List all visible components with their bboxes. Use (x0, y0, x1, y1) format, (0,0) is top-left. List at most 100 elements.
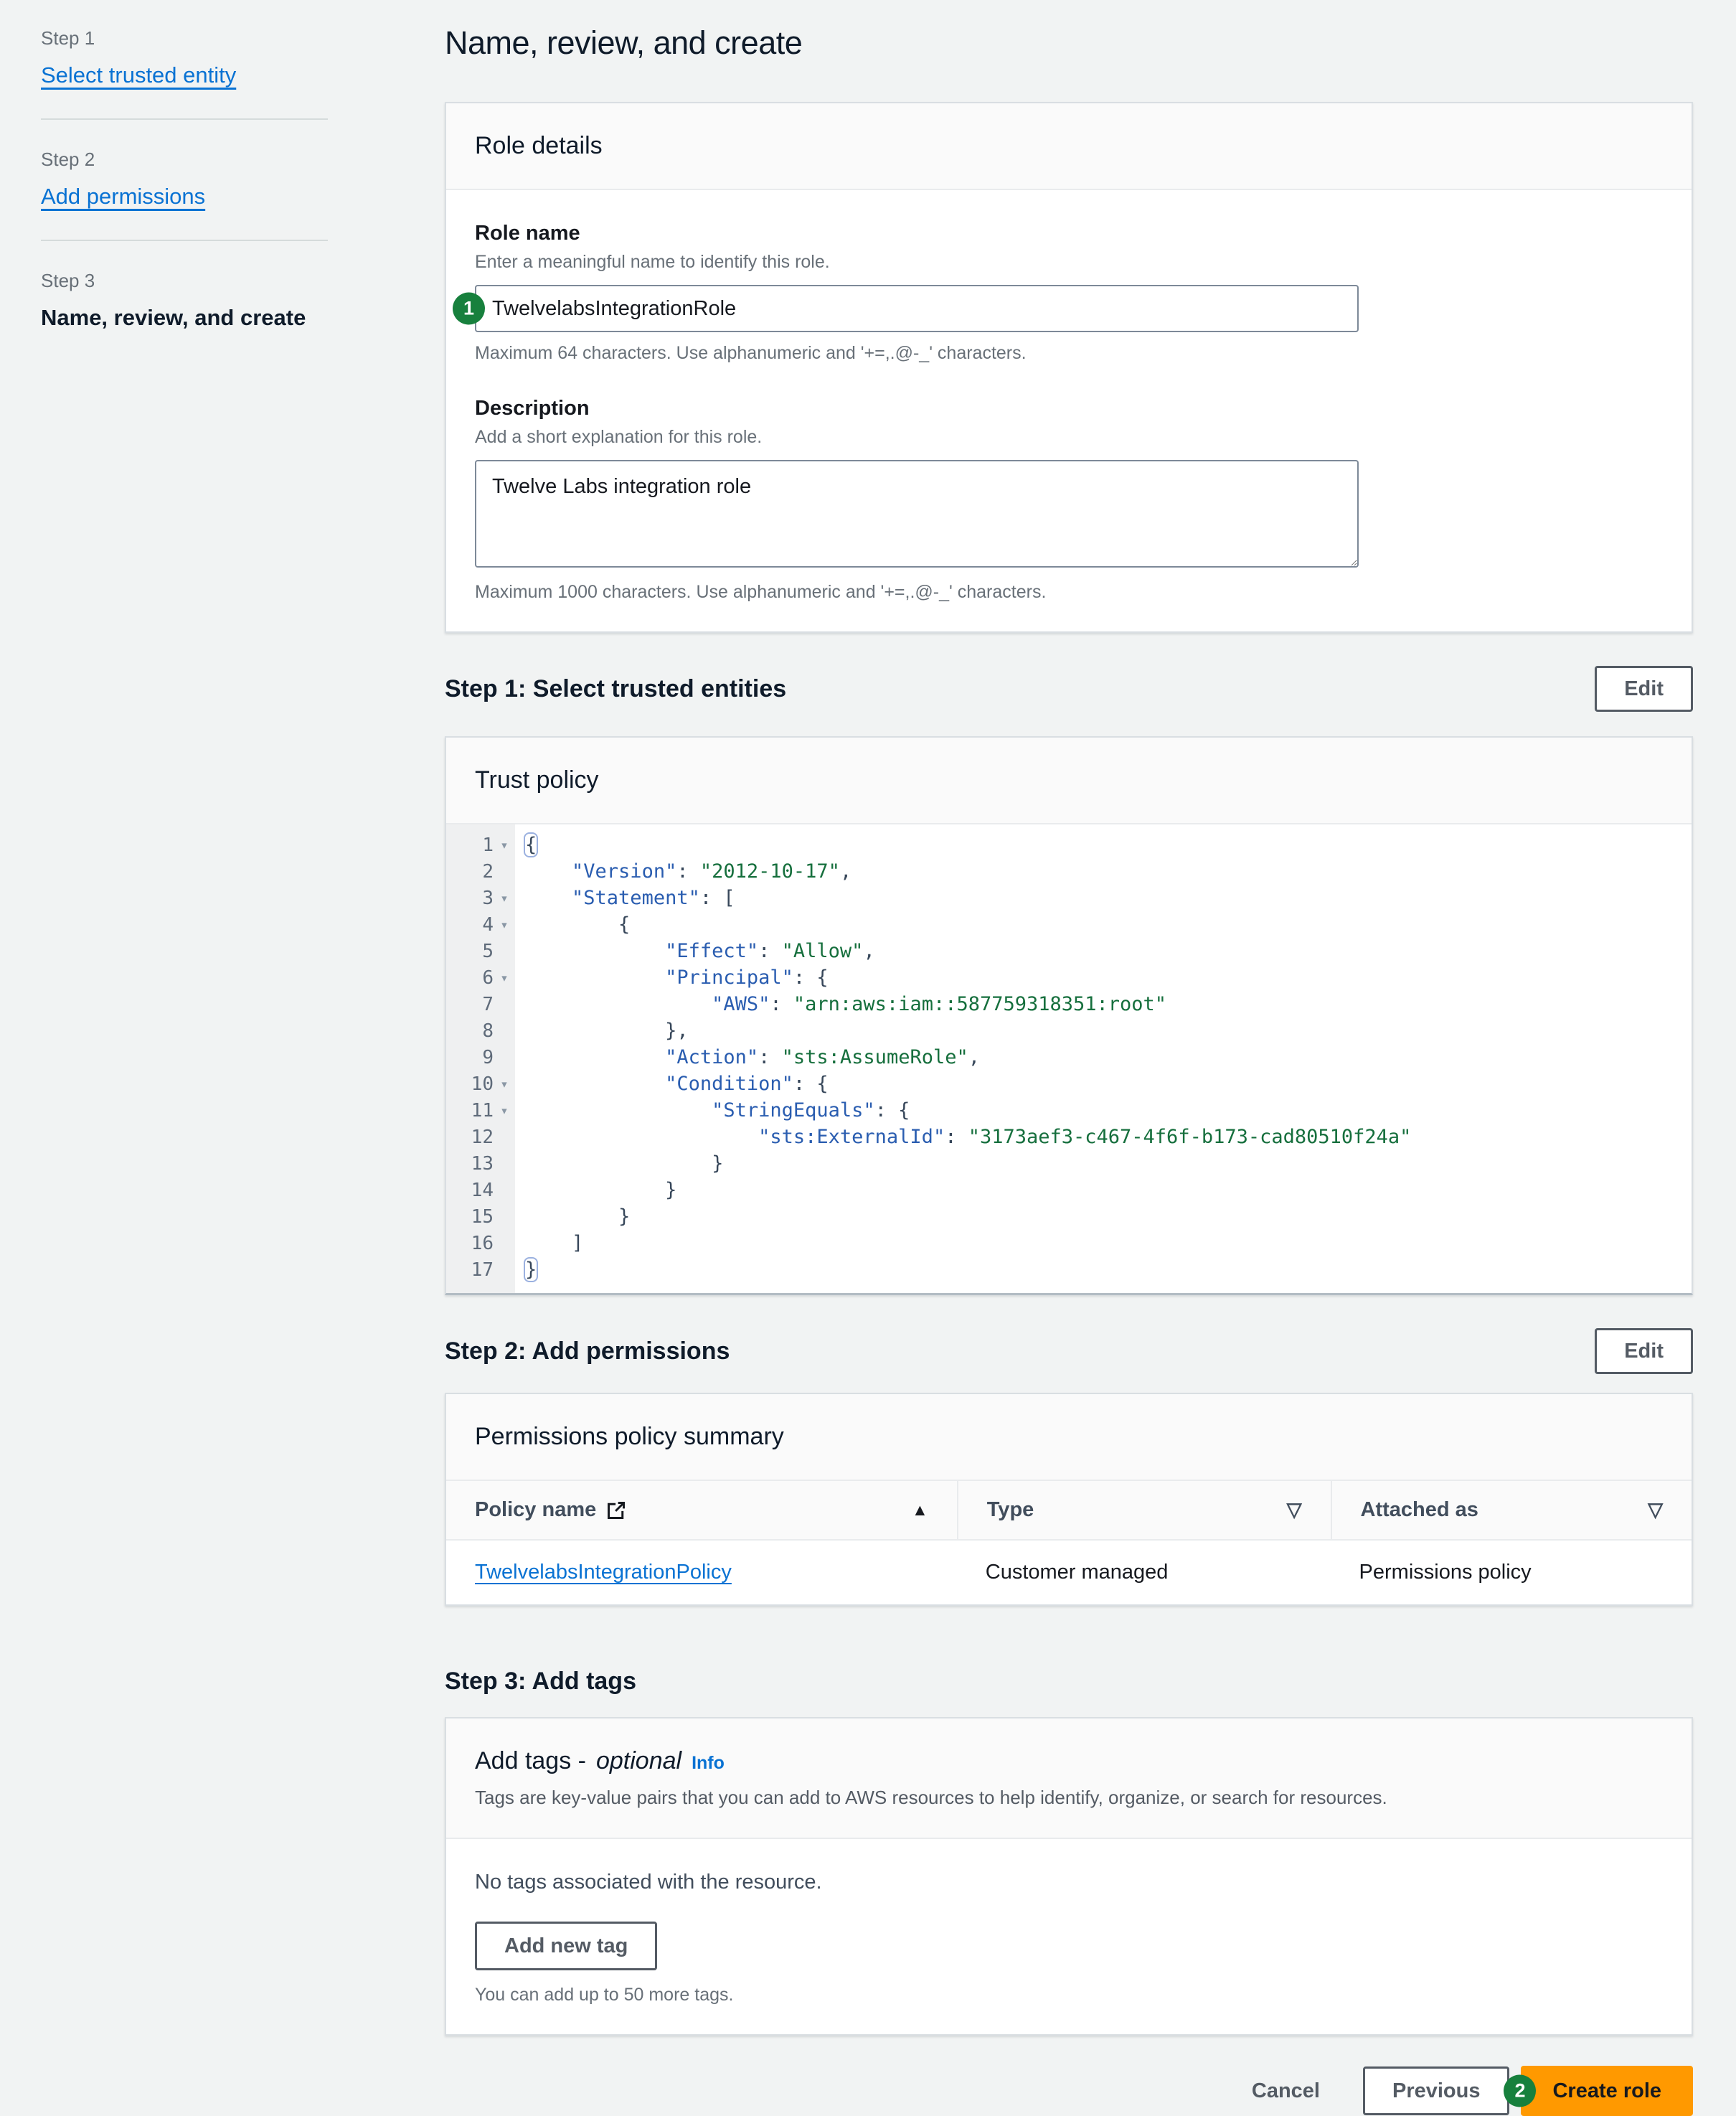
code-line: "StringEquals": { (515, 1097, 1692, 1124)
column-header-type[interactable]: Type ▽ (957, 1481, 1331, 1539)
page-title: Name, review, and create (445, 24, 1693, 62)
code-line: "AWS": "arn:aws:iam::587759318351:root" (515, 991, 1692, 1017)
column-label: Type (987, 1498, 1034, 1522)
line-number: 13 (446, 1150, 515, 1177)
main-content: Name, review, and create Role details Ro… (445, 0, 1693, 2116)
step2-heading: Step 2: Add permissions (445, 1337, 730, 1365)
line-number: 2 (446, 858, 515, 885)
code-line: ] (515, 1230, 1692, 1256)
sidebar-divider (41, 118, 328, 120)
description-label: Description (475, 397, 1663, 420)
editor-code: { "Version": "2012-10-17", "Statement": … (515, 824, 1692, 1293)
fold-arrow-icon[interactable]: ▾ (494, 917, 515, 933)
sidebar-item-name-review-create: Name, review, and create (41, 305, 328, 331)
description-constraint: Maximum 1000 characters. Use alphanumeri… (475, 582, 1663, 603)
add-tags-header: Add tags - optional Info Tags are key-va… (446, 1718, 1692, 1839)
no-tags-text: No tags associated with the resource. (475, 1871, 1663, 1894)
code-line: } (515, 1203, 1692, 1230)
create-role-label: Create role (1552, 2079, 1661, 2103)
tags-limit-text: You can add up to 50 more tags. (475, 1985, 1663, 2006)
edit-permissions-button[interactable]: Edit (1595, 1328, 1693, 1374)
edit-trusted-entities-button[interactable]: Edit (1595, 666, 1693, 712)
line-number: 5 (446, 938, 515, 964)
card-title: Permissions policy summary (475, 1423, 1663, 1451)
info-link[interactable]: Info (692, 1753, 725, 1774)
add-tags-card: Add tags - optional Info Tags are key-va… (445, 1717, 1693, 2036)
role-name-input[interactable] (475, 285, 1359, 332)
code-line: "Action": "sts:AssumeRole", (515, 1044, 1692, 1071)
step1-heading: Step 1: Select trusted entities (445, 675, 786, 703)
code-line: "Statement": [ (515, 885, 1692, 911)
optional-label: optional (596, 1747, 681, 1775)
add-tags-body: No tags associated with the resource. Ad… (446, 1839, 1692, 2034)
code-line: "sts:ExternalId": "3173aef3-c467-4f6f-b1… (515, 1124, 1692, 1150)
role-name-label: Role name (475, 222, 1663, 245)
permissions-table-header: Policy name ▲ Type ▽ Attached as ▽ (446, 1481, 1692, 1541)
line-number: 17 (446, 1256, 515, 1283)
fold-arrow-icon[interactable]: ▾ (494, 1103, 515, 1119)
trust-policy-editor[interactable]: 1▾23▾4▾56▾78910▾11▾121314151617 { "Versi… (446, 824, 1692, 1293)
sidebar-step-2: Step 2 Add permissions (41, 149, 328, 210)
column-label: Attached as (1361, 1498, 1478, 1522)
add-new-tag-button[interactable]: Add new tag (475, 1922, 657, 1970)
code-line: }, (515, 1017, 1692, 1044)
filter-icon[interactable]: ▽ (1648, 1499, 1663, 1521)
code-line: { (515, 832, 1692, 858)
trust-policy-header: Trust policy (446, 738, 1692, 824)
code-line: } (515, 1256, 1692, 1283)
fold-arrow-icon[interactable]: ▾ (494, 970, 515, 986)
table-row: TwelvelabsIntegrationPolicy Customer man… (446, 1541, 1692, 1604)
line-number: 11▾ (446, 1097, 515, 1124)
line-number: 3▾ (446, 885, 515, 911)
step2-section-row: Step 2: Add permissions Edit (445, 1328, 1693, 1374)
line-number: 8 (446, 1017, 515, 1044)
sidebar-item-select-trusted-entity[interactable]: Select trusted entity (41, 62, 236, 88)
description-field: Description Add a short explanation for … (475, 397, 1663, 603)
external-link-icon (606, 1500, 626, 1520)
step-number-label: Step 1 (41, 27, 328, 50)
policy-type-cell: Customer managed (957, 1541, 1331, 1604)
step3-section-row: Step 3: Add tags (445, 1668, 1693, 1696)
line-number: 6▾ (446, 964, 515, 991)
code-line: "Principal": { (515, 964, 1692, 991)
filter-icon[interactable]: ▽ (1287, 1499, 1302, 1521)
cancel-button[interactable]: Cancel (1252, 2079, 1320, 2103)
column-header-policy-name[interactable]: Policy name ▲ (446, 1481, 957, 1539)
previous-button[interactable]: Previous (1363, 2066, 1510, 2115)
fold-arrow-icon[interactable]: ▾ (494, 1076, 515, 1092)
fold-arrow-icon[interactable]: ▾ (494, 837, 515, 853)
editor-gutter: 1▾23▾4▾56▾78910▾11▾121314151617 (446, 824, 515, 1293)
policy-name-link[interactable]: TwelvelabsIntegrationPolicy (475, 1561, 732, 1584)
line-number: 14 (446, 1177, 515, 1203)
code-line: "Condition": { (515, 1071, 1692, 1097)
sort-ascending-icon[interactable]: ▲ (912, 1500, 928, 1520)
card-title: Trust policy (475, 766, 1663, 794)
trust-policy-card: Trust policy 1▾23▾4▾56▾78910▾11▾12131415… (445, 736, 1693, 1295)
add-tags-description: Tags are key-value pairs that you can ad… (475, 1787, 1663, 1809)
permissions-summary-header: Permissions policy summary (446, 1394, 1692, 1481)
role-details-card: Role details Role name Enter a meaningfu… (445, 102, 1693, 633)
card-title: Role details (475, 132, 1663, 160)
role-details-body: Role name Enter a meaningful name to ide… (446, 190, 1692, 631)
role-name-help: Enter a meaningful name to identify this… (475, 252, 1663, 273)
line-number: 10▾ (446, 1071, 515, 1097)
footer-actions: Cancel Previous 2 Create role (445, 2066, 1693, 2116)
line-number: 15 (446, 1203, 515, 1230)
code-line: } (515, 1150, 1692, 1177)
add-tags-title: Add tags - (475, 1747, 586, 1775)
column-header-attached-as[interactable]: Attached as ▽ (1331, 1481, 1692, 1539)
description-textarea[interactable]: Twelve Labs integration role (475, 460, 1359, 568)
create-role-button[interactable]: 2 Create role (1521, 2066, 1693, 2116)
fold-arrow-icon[interactable]: ▾ (494, 890, 515, 906)
role-name-field: Role name Enter a meaningful name to ide… (475, 222, 1663, 364)
code-line: { (515, 911, 1692, 938)
annotation-badge-2: 2 (1504, 2075, 1536, 2107)
column-label: Policy name (475, 1498, 596, 1522)
code-line: } (515, 1177, 1692, 1203)
permissions-summary-card: Permissions policy summary Policy name ▲… (445, 1393, 1693, 1606)
line-number: 7 (446, 991, 515, 1017)
role-details-header: Role details (446, 103, 1692, 190)
sidebar-item-add-permissions[interactable]: Add permissions (41, 184, 205, 210)
code-line: "Effect": "Allow", (515, 938, 1692, 964)
line-number: 9 (446, 1044, 515, 1071)
